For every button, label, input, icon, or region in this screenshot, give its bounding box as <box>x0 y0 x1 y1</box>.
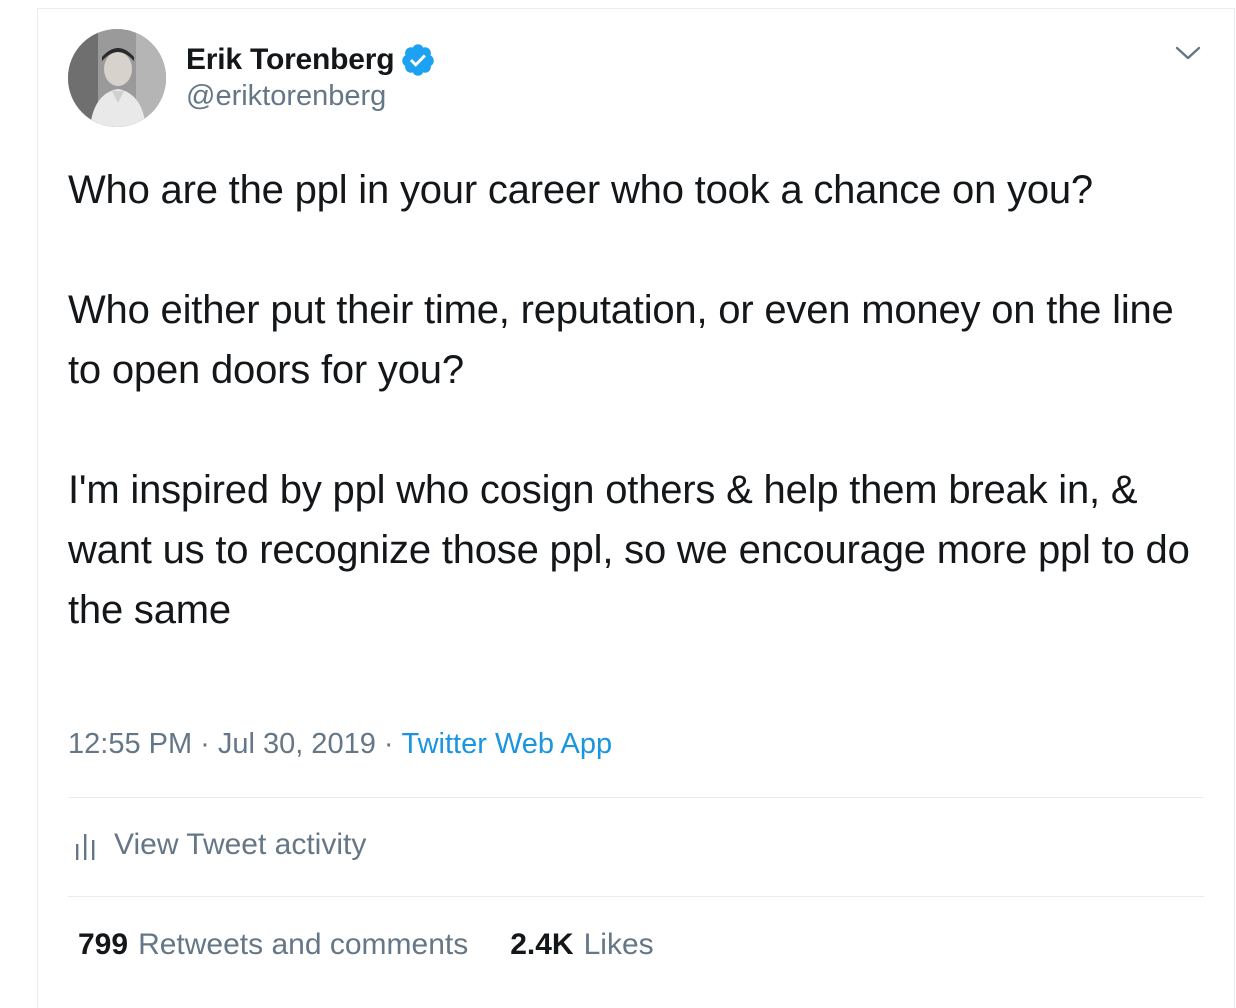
likes-stat[interactable]: 2.4K Likes <box>510 928 653 962</box>
tweet-source-link[interactable]: Twitter Web App <box>402 728 613 760</box>
divider <box>68 797 1204 798</box>
chevron-down-icon[interactable] <box>1174 42 1202 64</box>
retweets-label: Retweets and comments <box>138 928 469 961</box>
likes-label: Likes <box>583 928 654 961</box>
likes-count: 2.4K <box>510 928 574 961</box>
meta-separator: · <box>200 728 210 760</box>
view-tweet-activity-button[interactable]: View Tweet activity <box>74 828 366 862</box>
retweets-stat[interactable]: 799 Retweets and comments <box>78 928 468 962</box>
avatar-photo <box>68 29 166 127</box>
view-tweet-activity-label: View Tweet activity <box>114 828 367 861</box>
author-name[interactable]: Erik Torenberg <box>186 43 395 77</box>
author-handle[interactable]: @eriktorenberg <box>186 80 386 113</box>
author-avatar[interactable] <box>68 29 166 127</box>
tweet-paragraph: I'm inspired by ppl who cosign others & … <box>68 468 1190 632</box>
meta-separator: · <box>383 728 394 760</box>
author-name-row[interactable]: Erik Torenberg <box>186 40 436 80</box>
bar-chart-icon <box>76 834 95 860</box>
verified-badge-icon <box>400 42 436 78</box>
tweet-stats: 799 Retweets and comments 2.4K Likes <box>78 928 654 962</box>
tweet-text: Who are the ppl in your career who took … <box>68 160 1208 640</box>
divider <box>68 896 1204 897</box>
tweet-date[interactable]: Jul 30, 2019 <box>218 728 376 760</box>
tweet-meta: 12:55 PM · Jul 30, 2019 · Twitter Web App <box>68 728 612 761</box>
tweet-paragraph: Who either put their time, reputation, o… <box>68 288 1174 392</box>
retweets-count: 799 <box>78 928 129 961</box>
tweet-time[interactable]: 12:55 PM <box>68 728 192 760</box>
tweet-paragraph: Who are the ppl in your career who took … <box>68 168 1093 212</box>
